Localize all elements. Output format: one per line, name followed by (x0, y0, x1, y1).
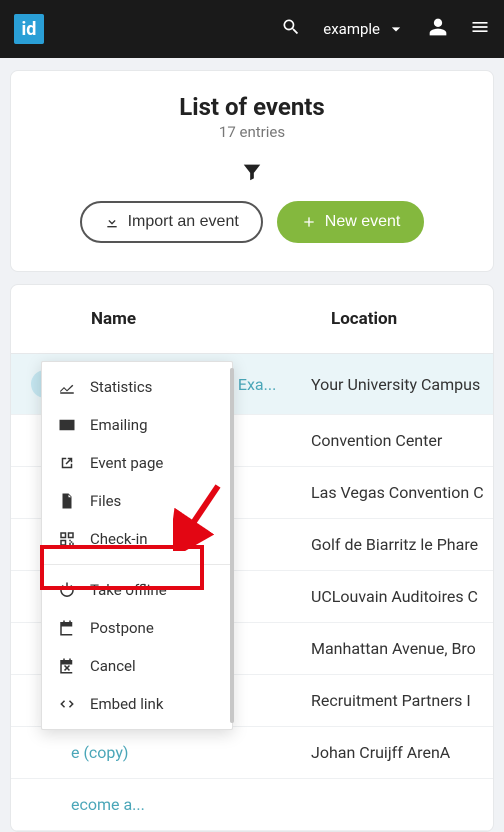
menu-item-files[interactable]: Files (42, 482, 232, 520)
calendar-icon (58, 619, 76, 637)
new-event-label: New event (325, 213, 401, 231)
menu-item-emailing[interactable]: Emailing (42, 406, 232, 444)
new-event-button[interactable]: New event (277, 201, 425, 243)
row-context-menu: Statistics Emailing Event page Files Check-i… (41, 361, 233, 730)
download-icon (104, 214, 120, 230)
header-card: List of events 17 entries Import an even… (10, 70, 494, 272)
chart-icon (58, 378, 76, 396)
row-event-name[interactable]: e (copy) (71, 743, 311, 762)
calendar-x-icon (58, 657, 76, 675)
row-location: Las Vegas Convention C (311, 483, 493, 502)
power-icon (58, 581, 76, 599)
filter-button[interactable] (31, 161, 473, 183)
external-icon (58, 454, 76, 472)
menu-item-label: Check-in (90, 530, 148, 548)
import-event-button[interactable]: Import an event (80, 201, 263, 243)
menu-item-postpone[interactable]: Postpone (42, 609, 232, 647)
menu-item-check-in[interactable]: Check-in (42, 520, 232, 558)
table-row[interactable]: ecome a... (11, 779, 493, 831)
menu-item-label: Postpone (90, 619, 154, 637)
menu-item-statistics[interactable]: Statistics (42, 368, 232, 406)
account-name: example (323, 20, 380, 38)
menu-item-label: Emailing (90, 416, 148, 434)
menu-item-event-page[interactable]: Event page (42, 444, 232, 482)
logo[interactable]: id (14, 14, 44, 44)
table-header: Name Location (11, 285, 493, 354)
row-location: Johan Cruijff ArenA (311, 743, 493, 762)
import-label: Import an event (128, 213, 239, 231)
mail-icon (58, 416, 76, 434)
row-location: Manhattan Avenue, Bro (311, 639, 493, 658)
menu-item-label: Files (90, 492, 121, 510)
menu-item-label: Event page (90, 454, 163, 472)
row-location: Recruitment Partners I (311, 691, 493, 710)
menu-divider (42, 564, 232, 565)
row-location: Golf de Biarritz le Phare (311, 535, 493, 554)
file-icon (58, 492, 76, 510)
topbar: id example (0, 0, 504, 58)
row-location: Convention Center (311, 431, 493, 450)
entries-count: 17 entries (31, 123, 473, 141)
plus-icon (301, 214, 317, 230)
col-name-header[interactable]: Name (91, 309, 331, 329)
row-location: UCLouvain Auditoires C (311, 587, 493, 606)
search-icon[interactable] (281, 17, 301, 41)
row-event-name[interactable]: ecome a... (71, 795, 311, 814)
hamburger-icon[interactable] (470, 17, 490, 41)
account-dropdown[interactable]: example (323, 19, 406, 39)
table-row[interactable]: e (copy) Johan Cruijff ArenA (11, 727, 493, 779)
menu-item-label: Cancel (90, 657, 136, 675)
code-icon (58, 695, 76, 713)
qr-icon (58, 530, 76, 548)
menu-item-embed-link[interactable]: Embed link (42, 685, 232, 723)
menu-item-label: Statistics (90, 378, 152, 396)
menu-item-take-offline[interactable]: Take offline (42, 571, 232, 609)
events-table: Name Location Graduation Ceremony - Exa.… (10, 284, 494, 832)
col-location-header[interactable]: Location (331, 309, 473, 329)
user-icon[interactable] (428, 17, 448, 41)
menu-item-label: Embed link (90, 695, 163, 713)
row-location: Your University Campus (311, 375, 493, 394)
menu-item-cancel[interactable]: Cancel (42, 647, 232, 685)
caret-down-icon (386, 19, 406, 39)
menu-item-label: Take offline (90, 581, 167, 599)
page-title: List of events (31, 93, 473, 121)
